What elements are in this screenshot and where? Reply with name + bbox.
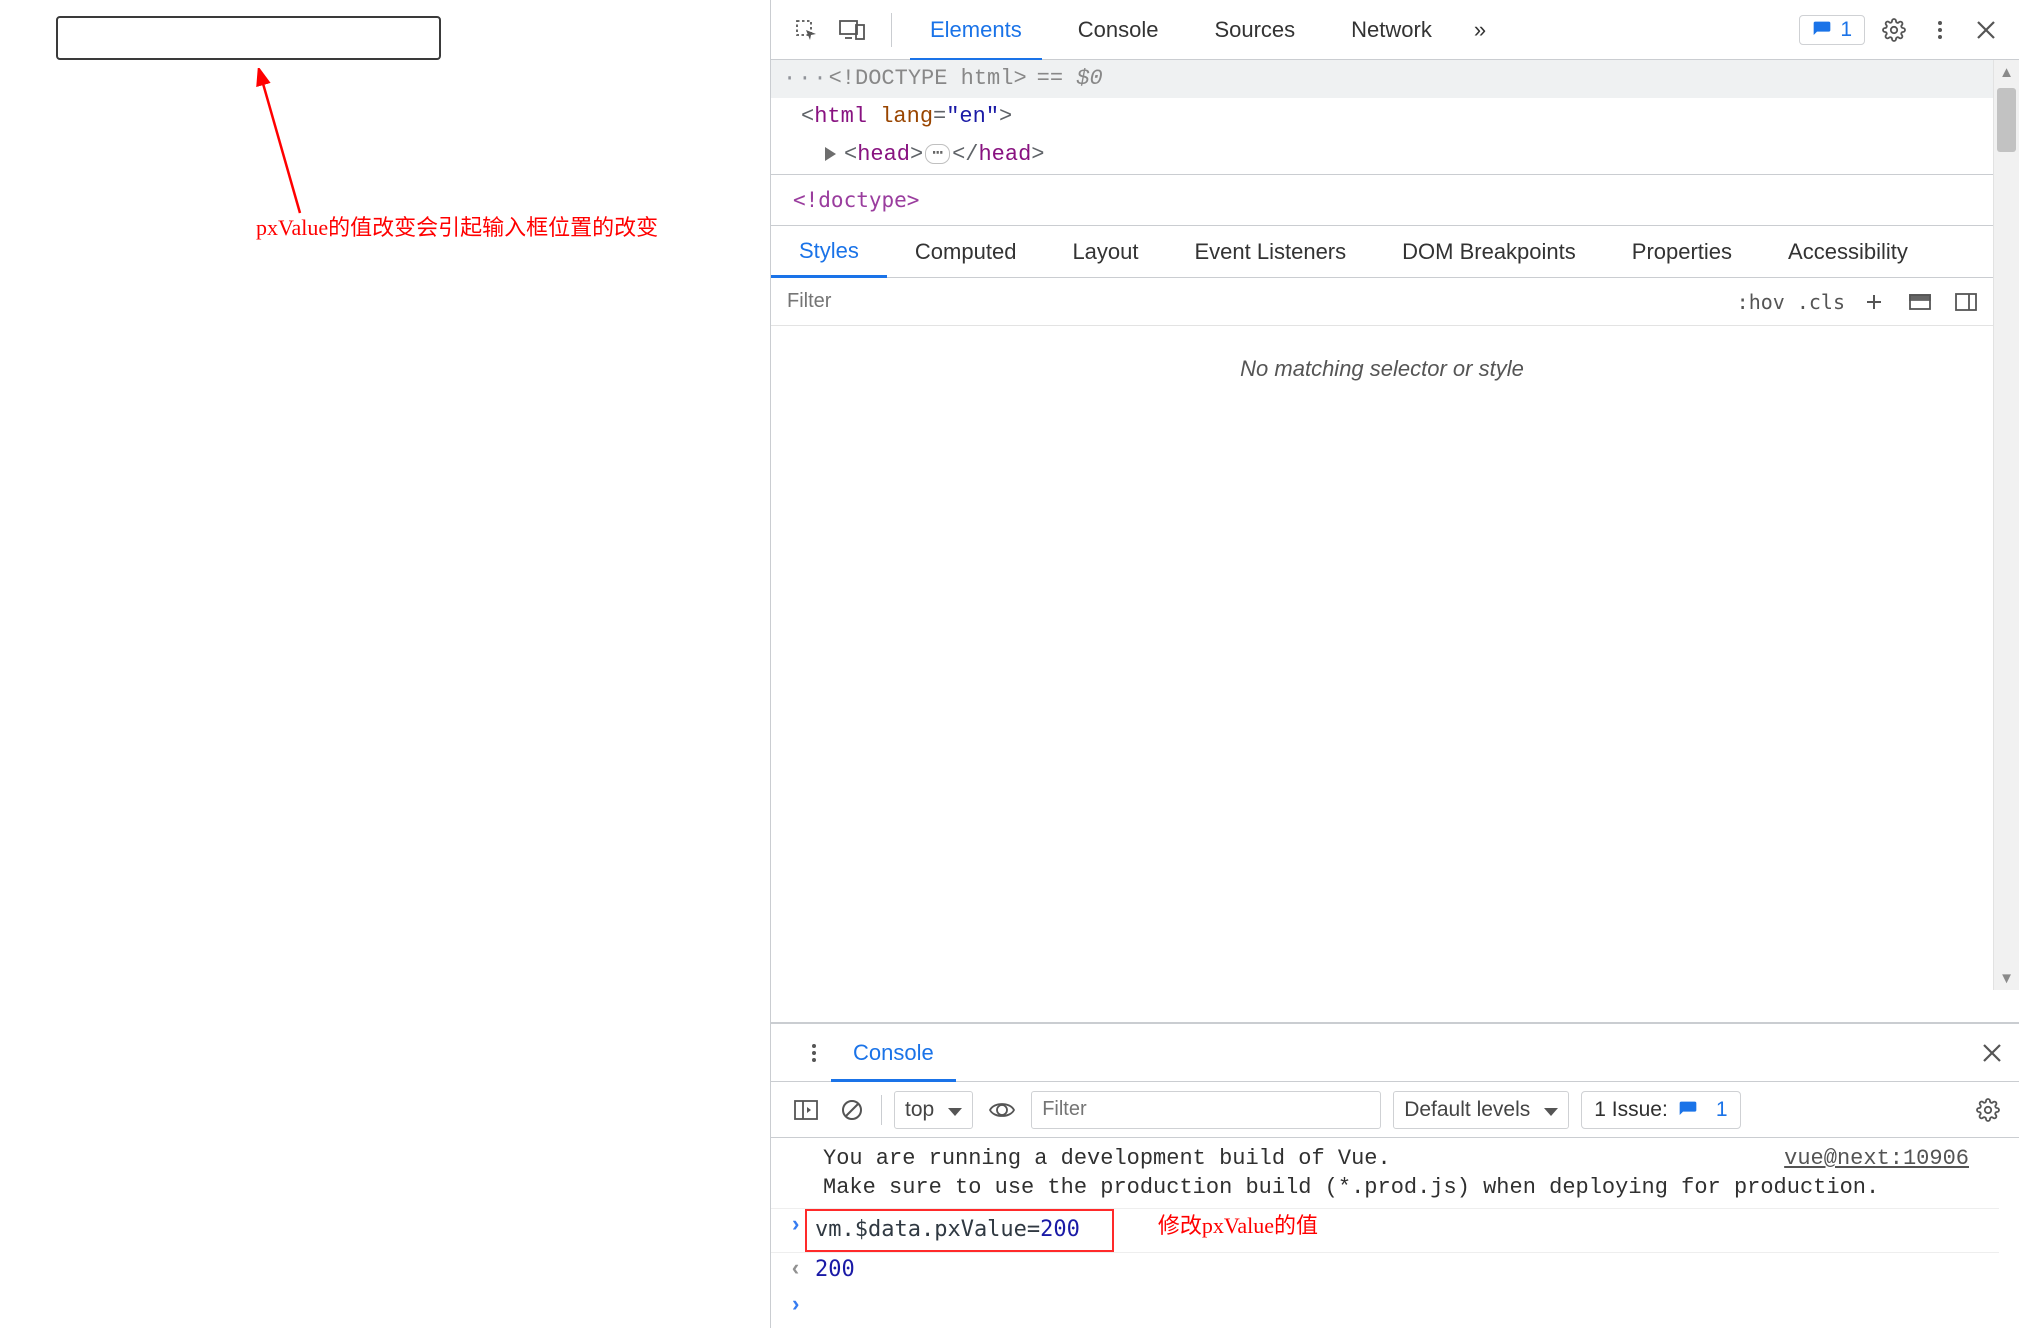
tabs-overflow[interactable]: »: [1460, 0, 1500, 60]
live-expression-icon[interactable]: [985, 1093, 1019, 1127]
scrollbar-down-arrow-icon[interactable]: ▼: [1994, 966, 2019, 990]
source-link[interactable]: vue@next:10906: [1784, 1146, 1969, 1171]
kebab-menu-icon[interactable]: [1923, 13, 1957, 47]
dom-tree: ···<!DOCTYPE html>== $0 <html lang="en">…: [771, 60, 1993, 174]
page-preview: pxValue的值改变会引起输入框位置的改变: [0, 0, 770, 1328]
settings-icon[interactable]: [1877, 13, 1911, 47]
console-output: You are running a development build of V…: [771, 1138, 2019, 1328]
dom-line-html[interactable]: <html lang="en">: [771, 98, 1993, 136]
dropdown-triangle-icon: [1538, 1098, 1558, 1122]
tab-sources[interactable]: Sources: [1186, 0, 1323, 60]
console-output-row: ‹ 200: [771, 1252, 1999, 1287]
new-style-rule-icon[interactable]: [1857, 285, 1891, 319]
tab-network[interactable]: Network: [1323, 0, 1460, 60]
demo-input-box[interactable]: [56, 16, 441, 60]
log-levels-selector[interactable]: Default levels: [1393, 1091, 1569, 1129]
context-label: top: [905, 1098, 934, 1122]
separator: [891, 13, 892, 47]
console-drawer-header: Console: [771, 1024, 2019, 1082]
close-devtools-icon[interactable]: [1969, 13, 2003, 47]
devtools-tabs: Elements Console Sources Network »: [902, 0, 1500, 60]
issue-count: 1: [1840, 18, 1852, 42]
drawer-tab-console[interactable]: Console: [831, 1024, 956, 1082]
output-value: 200: [815, 1253, 855, 1287]
console-warning-line1: You are running a development build of V…: [771, 1144, 1999, 1173]
issues-badge[interactable]: 1: [1799, 15, 1865, 45]
subtab-computed[interactable]: Computed: [887, 226, 1045, 278]
subtab-accessibility[interactable]: Accessibility: [1760, 226, 1936, 278]
dom-line-head[interactable]: <head>⋯</head>: [771, 136, 1993, 174]
devtools-panel: Elements Console Sources Network » 1 ···…: [770, 0, 2019, 1328]
console-filter-box: [1031, 1091, 1381, 1129]
console-warning-line2: Make sure to use the production build (*…: [771, 1173, 1999, 1202]
issue-count: 1: [1716, 1098, 1728, 1122]
clear-console-icon[interactable]: [835, 1093, 869, 1127]
styles-pane: No matching selector or style: [771, 326, 1993, 1022]
subtab-properties[interactable]: Properties: [1604, 226, 1760, 278]
output-caret-icon: ‹: [789, 1253, 815, 1287]
inspect-icon[interactable]: [789, 13, 823, 47]
console-issues-badge[interactable]: 1 Issue: 1: [1581, 1091, 1740, 1129]
dom-breadcrumb[interactable]: <!doctype>: [771, 174, 2019, 226]
collapsed-ellipsis-icon[interactable]: ⋯: [925, 144, 950, 164]
dropdown-triangle-icon: [942, 1098, 962, 1122]
issue-icon: [1678, 1100, 1698, 1120]
subtab-eventlisteners[interactable]: Event Listeners: [1167, 226, 1375, 278]
tab-elements[interactable]: Elements: [902, 0, 1050, 60]
device-toggle-icon[interactable]: [835, 13, 869, 47]
styles-filter-row: :hov .cls: [771, 278, 1993, 326]
scrollbar-thumb[interactable]: [1997, 88, 2016, 152]
tab-console[interactable]: Console: [1050, 0, 1187, 60]
close-drawer-icon[interactable]: [1975, 1036, 2009, 1070]
subtab-dombreakpoints[interactable]: DOM Breakpoints: [1374, 226, 1604, 278]
dom-line-doctype[interactable]: ···<!DOCTYPE html>== $0: [771, 60, 1993, 98]
subtab-styles[interactable]: Styles: [771, 226, 887, 278]
expand-triangle-icon[interactable]: [825, 142, 844, 167]
drawer-menu-icon[interactable]: [797, 1036, 831, 1070]
hov-toggle[interactable]: :hov: [1737, 290, 1785, 314]
styles-filter-input[interactable]: [771, 290, 1727, 313]
levels-label: Default levels: [1404, 1098, 1530, 1122]
console-toolbar: top Default levels 1 Issue: 1: [771, 1082, 2019, 1138]
input-caret-icon: ›: [789, 1293, 815, 1318]
console-drawer: Console top Default l: [771, 1022, 2019, 1328]
issue-icon: [1812, 20, 1832, 40]
toggle-sidebar-icon[interactable]: [1949, 285, 1983, 319]
issue-text: 1 Issue:: [1594, 1098, 1668, 1122]
console-settings-icon[interactable]: [1971, 1093, 2005, 1127]
vertical-scrollbar[interactable]: ▲ ▼: [1993, 60, 2019, 990]
console-prompt[interactable]: ›: [771, 1287, 1999, 1322]
computed-styles-icon[interactable]: [1903, 285, 1937, 319]
breadcrumb-doctype: <!doctype>: [793, 188, 919, 212]
console-filter-input[interactable]: [1042, 1098, 1352, 1121]
subtab-layout[interactable]: Layout: [1044, 226, 1166, 278]
annotation-text: pxValue的值改变会引起输入框位置的改变: [256, 210, 658, 242]
execution-context-selector[interactable]: top: [894, 1091, 973, 1129]
highlighted-command: vm.$data.pxValue=200: [805, 1209, 1114, 1252]
console-input-row: › vm.$data.pxValue=200 修改pxValue的值: [771, 1208, 1999, 1252]
arrow-annotation-icon: [250, 68, 310, 218]
styles-subtabs: Styles Computed Layout Event Listeners D…: [771, 226, 2019, 278]
cls-toggle[interactable]: .cls: [1797, 290, 1845, 314]
devtools-top-bar: Elements Console Sources Network » 1: [771, 0, 2019, 60]
styles-filter-actions: :hov .cls: [1727, 285, 1993, 319]
annotation-modify: 修改pxValue的值: [1158, 1209, 1318, 1243]
no-match-message: No matching selector or style: [771, 326, 1993, 394]
console-sidebar-toggle-icon[interactable]: [789, 1093, 823, 1127]
devtools-top-right: 1: [1799, 13, 2013, 47]
scrollbar-up-arrow-icon[interactable]: ▲: [1994, 60, 2019, 84]
